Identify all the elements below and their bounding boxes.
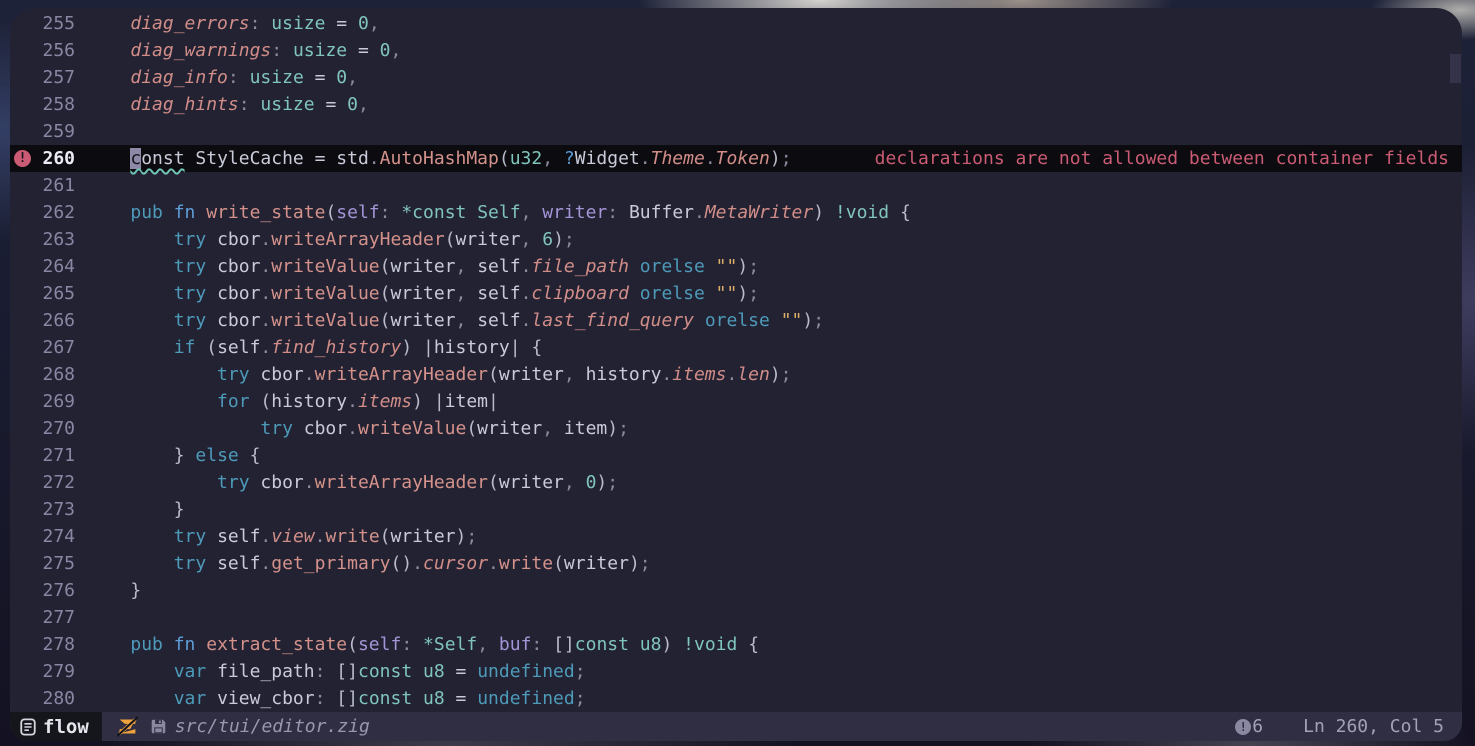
line-number: 257 bbox=[10, 64, 75, 91]
code-text: try cbor.writeValue(writer, self.file_pa… bbox=[87, 256, 759, 277]
code-text: pub fn write_state(self: *const Self, wr… bbox=[87, 202, 911, 223]
file-path[interactable]: src/tui/editor.zig bbox=[175, 716, 370, 737]
app-name: flow bbox=[43, 716, 89, 738]
line-number: 275 bbox=[10, 550, 75, 577]
app-badge[interactable]: flow bbox=[10, 712, 102, 741]
zig-logo-icon bbox=[117, 716, 138, 737]
code-text: diag_info: usize = 0, bbox=[87, 67, 358, 88]
code-line-258[interactable]: 258 diag_hints: usize = 0, bbox=[10, 91, 1462, 118]
error-circle-icon: ! bbox=[1235, 719, 1251, 735]
code-line-264[interactable]: 264 try cbor.writeValue(writer, self.fil… bbox=[10, 253, 1462, 280]
code-area[interactable]: 255 diag_errors: usize = 0,256 diag_warn… bbox=[10, 8, 1462, 712]
code-text: pub fn extract_state(self: *Self, buf: [… bbox=[87, 634, 759, 655]
code-text: } bbox=[87, 499, 185, 520]
code-text: } else { bbox=[87, 445, 260, 466]
code-line-267[interactable]: 267 if (self.find_history) |history| { bbox=[10, 334, 1462, 361]
floppy-disk-icon[interactable] bbox=[150, 718, 167, 735]
status-bar: flow src/tui/editor.zig ! bbox=[10, 712, 1462, 741]
code-line-260[interactable]: 260 const StyleCache = std.AutoHashMap(u… bbox=[10, 145, 1462, 172]
code-text: try cbor.writeArrayHeader(writer, 0); bbox=[87, 472, 618, 493]
code-text: try cbor.writeValue(writer, item); bbox=[87, 418, 629, 439]
line-number: 259 bbox=[10, 118, 75, 145]
code-line-278[interactable]: 278 pub fn extract_state(self: *Self, bu… bbox=[10, 631, 1462, 658]
code-text: try cbor.writeValue(writer, self.clipboa… bbox=[87, 283, 759, 304]
code-text: diag_warnings: usize = 0, bbox=[87, 40, 401, 61]
code-line-256[interactable]: 256 diag_warnings: usize = 0, bbox=[10, 37, 1462, 64]
line-number: 264 bbox=[10, 253, 75, 280]
line-number: 273 bbox=[10, 496, 75, 523]
code-line-279[interactable]: 279 var file_path: []const u8 = undefine… bbox=[10, 658, 1462, 685]
code-line-268[interactable]: 268 try cbor.writeArrayHeader(writer, hi… bbox=[10, 361, 1462, 388]
code-text: try self.view.write(writer); bbox=[87, 526, 477, 547]
code-text: if (self.find_history) |history| { bbox=[87, 337, 542, 358]
code-line-271[interactable]: 271 } else { bbox=[10, 442, 1462, 469]
line-number: 266 bbox=[10, 307, 75, 334]
code-line-280[interactable]: 280 var view_cbor: []const u8 = undefine… bbox=[10, 685, 1462, 712]
code-line-255[interactable]: 255 diag_errors: usize = 0, bbox=[10, 10, 1462, 37]
code-line-257[interactable]: 257 diag_info: usize = 0, bbox=[10, 64, 1462, 91]
code-text: try cbor.writeArrayHeader(writer, histor… bbox=[87, 364, 792, 385]
code-text: const StyleCache = std.AutoHashMap(u32, … bbox=[87, 148, 792, 169]
code-line-274[interactable]: 274 try self.view.write(writer); bbox=[10, 523, 1462, 550]
code-text: diag_hints: usize = 0, bbox=[87, 94, 369, 115]
line-number: 280 bbox=[10, 685, 75, 712]
code-text: var file_path: []const u8 = undefined; bbox=[87, 661, 586, 682]
code-text: try cbor.writeArrayHeader(writer, 6); bbox=[87, 229, 575, 250]
code-line-272[interactable]: 272 try cbor.writeArrayHeader(writer, 0)… bbox=[10, 469, 1462, 496]
code-line-266[interactable]: 266 try cbor.writeValue(writer, self.las… bbox=[10, 307, 1462, 334]
line-number: 278 bbox=[10, 631, 75, 658]
diagnostics-count[interactable]: ! 6 bbox=[1235, 716, 1263, 737]
line-number: 265 bbox=[10, 280, 75, 307]
cursor-position[interactable]: Ln 260, Col 5 bbox=[1303, 716, 1444, 737]
error-circle-icon: ! bbox=[14, 150, 31, 167]
code-line-270[interactable]: 270 try cbor.writeValue(writer, item); bbox=[10, 415, 1462, 442]
line-number: 256 bbox=[10, 37, 75, 64]
code-line-273[interactable]: 273 } bbox=[10, 496, 1462, 523]
code-line-261[interactable]: 261 bbox=[10, 172, 1462, 199]
code-text: } bbox=[87, 580, 141, 601]
line-number: 263 bbox=[10, 226, 75, 253]
scrollbar-thumb[interactable] bbox=[1450, 54, 1461, 83]
code-text: diag_errors: usize = 0, bbox=[87, 13, 380, 34]
code-line-269[interactable]: 269 for (history.items) |item| bbox=[10, 388, 1462, 415]
code-text: try self.get_primary().cursor.write(writ… bbox=[87, 553, 651, 574]
line-number: 270 bbox=[10, 415, 75, 442]
line-number: 262 bbox=[10, 199, 75, 226]
code-text: var view_cbor: []const u8 = undefined; bbox=[87, 688, 586, 709]
line-number: 269 bbox=[10, 388, 75, 415]
line-number: 255 bbox=[10, 10, 75, 37]
code-line-262[interactable]: 262 pub fn write_state(self: *const Self… bbox=[10, 199, 1462, 226]
line-number: 268 bbox=[10, 361, 75, 388]
code-line-277[interactable]: 277 bbox=[10, 604, 1462, 631]
editor-window: 255 diag_errors: usize = 0,256 diag_warn… bbox=[10, 8, 1462, 741]
code-line-263[interactable]: 263 try cbor.writeArrayHeader(writer, 6)… bbox=[10, 226, 1462, 253]
line-number: 272 bbox=[10, 469, 75, 496]
code-line-276[interactable]: 276 } bbox=[10, 577, 1462, 604]
line-number: 279 bbox=[10, 658, 75, 685]
code-line-259[interactable]: 259 bbox=[10, 118, 1462, 145]
code-text: for (history.items) |item| bbox=[87, 391, 499, 412]
line-number: 274 bbox=[10, 523, 75, 550]
line-number: 261 bbox=[10, 172, 75, 199]
code-line-265[interactable]: 265 try cbor.writeValue(writer, self.cli… bbox=[10, 280, 1462, 307]
line-number: 276 bbox=[10, 577, 75, 604]
line-number: 277 bbox=[10, 604, 75, 631]
text-cursor: c bbox=[130, 148, 141, 169]
file-lines-icon bbox=[19, 718, 37, 736]
diagnostic-message: declarations are not allowed between con… bbox=[875, 145, 1449, 172]
code-line-275[interactable]: 275 try self.get_primary().cursor.write(… bbox=[10, 550, 1462, 577]
line-number: 267 bbox=[10, 334, 75, 361]
line-number: 258 bbox=[10, 91, 75, 118]
error-count: 6 bbox=[1252, 716, 1263, 737]
line-number: 271 bbox=[10, 442, 75, 469]
code-text: try cbor.writeValue(writer, self.last_fi… bbox=[87, 310, 824, 331]
